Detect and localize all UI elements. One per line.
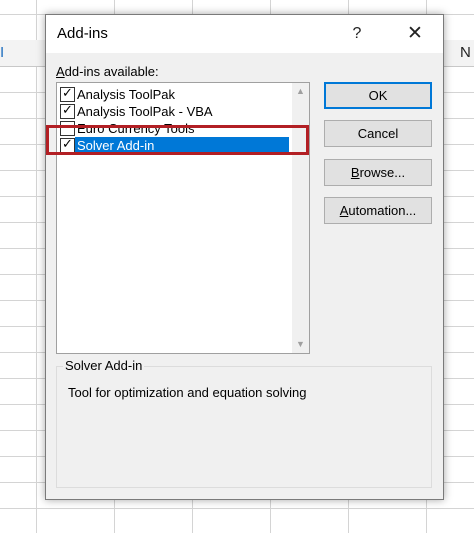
access-key-a: A bbox=[56, 64, 65, 79]
solver-highlight-annotation bbox=[46, 125, 309, 155]
scroll-up-icon[interactable]: ▲ bbox=[292, 83, 309, 100]
checkmark-icon: ✓ bbox=[62, 102, 73, 117]
list-item-label: Analysis ToolPak - VBA bbox=[77, 104, 213, 119]
column-header-right[interactable]: N bbox=[460, 40, 474, 66]
description-group-title: Solver Add-in bbox=[63, 358, 145, 373]
browse-button-label: rowse... bbox=[359, 165, 406, 180]
automation-button-label: utomation... bbox=[348, 203, 417, 218]
automation-button[interactable]: Automation... bbox=[324, 197, 432, 224]
description-group: Solver Add-in Tool for optimization and … bbox=[56, 358, 432, 488]
column-header-left[interactable]: I bbox=[0, 40, 8, 66]
listbox-scrollbar[interactable]: ▲ ▼ bbox=[292, 83, 309, 353]
checkbox-analysis-toolpak[interactable]: ✓ bbox=[60, 85, 75, 102]
browse-button[interactable]: Browse... bbox=[324, 159, 432, 186]
checkmark-icon: ✓ bbox=[62, 85, 73, 100]
add-ins-listbox[interactable]: ✓ Analysis ToolPak ✓ Analysis ToolPak - … bbox=[56, 82, 310, 354]
dialog-title: Add-ins bbox=[57, 25, 108, 42]
add-ins-available-label: Add-ins available: bbox=[56, 64, 159, 79]
dialog-titlebar: Add-ins ? ✕ bbox=[46, 15, 443, 53]
ok-button[interactable]: OK bbox=[324, 82, 432, 109]
cancel-button[interactable]: Cancel bbox=[324, 120, 432, 147]
add-ins-available-label-text: dd-ins available: bbox=[64, 64, 159, 79]
scroll-down-icon[interactable]: ▼ bbox=[292, 336, 309, 353]
close-button[interactable]: ✕ bbox=[398, 19, 432, 49]
help-button[interactable]: ? bbox=[342, 19, 372, 49]
access-key-b: B bbox=[350, 165, 360, 180]
list-item-analysis-toolpak-vba[interactable]: ✓ Analysis ToolPak - VBA bbox=[57, 102, 289, 120]
list-item-analysis-toolpak[interactable]: ✓ Analysis ToolPak bbox=[57, 85, 289, 103]
add-ins-dialog: Add-ins ? ✕ Add-ins available: ✓ Analysi… bbox=[45, 14, 444, 500]
list-item-label: Analysis ToolPak bbox=[77, 87, 176, 102]
checkbox-analysis-toolpak-vba[interactable]: ✓ bbox=[60, 102, 75, 119]
description-text: Tool for optimization and equation solvi… bbox=[68, 385, 307, 400]
